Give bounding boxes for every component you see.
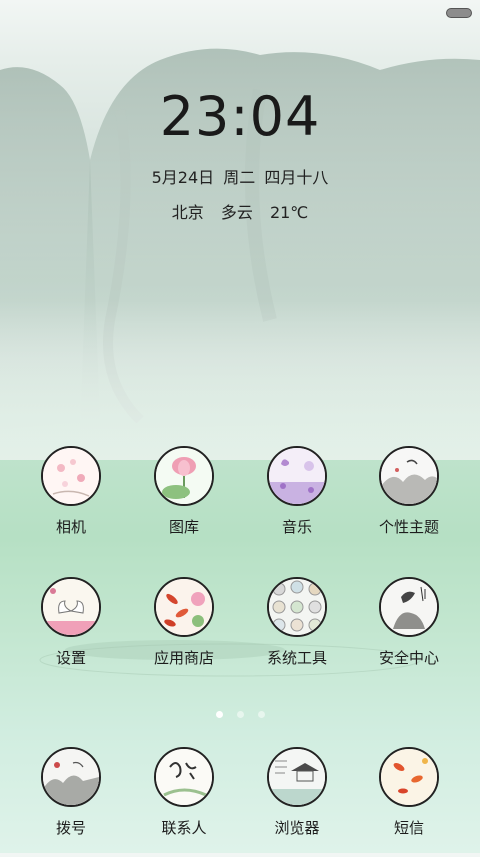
weather-temperature: 21℃ [269,203,309,222]
tools-folder-icon [267,577,327,637]
app-label: 个性主题 [378,518,439,536]
app-dialer[interactable]: 拨号 [21,747,121,838]
app-security-center[interactable]: 安全中心 [359,577,459,668]
app-label: 图库 [168,518,199,536]
app-label: 应用商店 [153,649,214,667]
lunar-date: 四月十八 [264,168,329,187]
app-label: 短信 [393,819,424,837]
app-camera[interactable]: 相机 [21,446,121,537]
pavilion-icon [267,747,327,807]
ink-bamboo-icon [379,577,439,637]
weather-condition: 多云 [220,203,253,222]
page-dot [257,711,265,718]
app-label: 拨号 [55,819,86,837]
calligraphy-icon [154,747,214,807]
app-system-tools[interactable]: 系统工具 [247,577,347,668]
app-label: 浏览器 [274,819,320,837]
page-dot [236,711,244,718]
weekday: 周二 [223,168,256,187]
weather-city: 北京 [171,203,204,222]
page-dot-active [215,711,223,718]
date-line: 5月24日 周二 四月十八 [0,164,480,188]
app-label: 系统工具 [266,649,327,667]
app-gallery[interactable]: 图库 [134,446,234,537]
purple-butterfly-icon [267,446,327,506]
clock-time: 23:04 [159,85,321,148]
app-label: 设置 [55,649,86,667]
koi-fish-icon [154,577,214,637]
lotus-blossom-icon [41,446,101,506]
app-row-1: 相机 图库 音乐 个性主题 [0,446,480,556]
app-label: 联系人 [161,819,207,837]
app-label: 安全中心 [378,649,439,667]
battery-icon [446,8,472,18]
pink-lotus-icon [154,446,214,506]
ink-mountain-icon [41,747,101,807]
app-store[interactable]: 应用商店 [134,577,234,668]
app-messages[interactable]: 短信 [359,747,459,838]
app-contacts[interactable]: 联系人 [134,747,234,838]
app-settings[interactable]: 设置 [21,577,121,668]
date: 5月24日 [151,168,215,187]
swans-icon [41,577,101,637]
app-label: 相机 [55,518,86,536]
goldfish-icon [379,747,439,807]
app-music[interactable]: 音乐 [247,446,347,537]
page-indicator [0,703,480,722]
app-label: 音乐 [281,518,312,536]
app-browser[interactable]: 浏览器 [247,747,347,838]
dock: 拨号 联系人 浏览器 短信 [0,747,480,857]
app-row-2: 设置 应用商店 系统工具 安全中心 [0,577,480,687]
ink-landscape-icon [379,446,439,506]
weather-line[interactable]: 北京 多云 21℃ [0,199,480,223]
app-themes[interactable]: 个性主题 [359,446,459,537]
